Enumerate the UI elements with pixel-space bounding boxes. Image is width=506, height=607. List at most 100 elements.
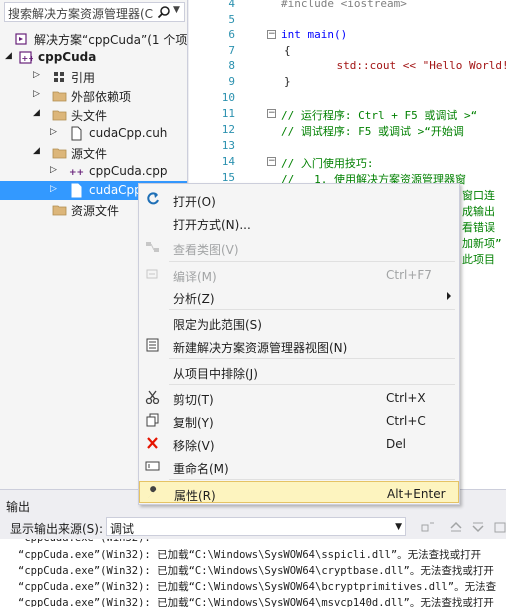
file-icon — [71, 126, 82, 141]
line-number: 5 — [228, 13, 235, 26]
collapsed-arrow-icon[interactable]: ▷ — [50, 165, 57, 175]
tree-item-source-files[interactable]: ◢ 源文件 — [0, 143, 187, 162]
collapsed-arrow-icon[interactable]: ▷ — [50, 184, 57, 194]
tree-item-label: 头文件 — [71, 109, 108, 123]
menu-item-shortcut: Del — [386, 437, 406, 451]
menu-separator — [169, 479, 455, 480]
menu-item-analyze[interactable]: 分析(Z) — [139, 285, 459, 307]
menu-separator — [169, 309, 455, 310]
tree-item-label: 资源文件 — [71, 204, 120, 218]
tree-item-external-dependencies[interactable]: ▷ 外部依赖项 — [0, 86, 187, 105]
menu-item-shortcut: Ctrl+C — [386, 414, 426, 428]
find-message-icon[interactable] — [420, 519, 436, 535]
menu-item-label: 属性(R) — [174, 489, 216, 503]
context-menu: 打开(O) 打开方式(N)... 查看类图(V) 编译(M) Ctrl+F7 分… — [138, 183, 460, 505]
folder-icon — [52, 205, 67, 216]
code-line: std::cout << "Hello World!\n — [310, 59, 506, 72]
solution-icon — [15, 33, 27, 45]
tree-item-solution[interactable]: 解决方案“cppCuda”(1 个项 — [0, 29, 187, 48]
output-source-label: 显示输出来源(S): — [10, 522, 104, 536]
tree-item-cudacpp-cuh[interactable]: ▷ cudaCpp.cuh — [0, 124, 187, 143]
tree-item-header-files[interactable]: ◢ 头文件 — [0, 105, 187, 124]
menu-item-remove[interactable]: 移除(V) Del — [139, 432, 459, 454]
expanded-arrow-icon[interactable]: ◢ — [5, 51, 12, 61]
output-window: 输出 显示输出来源(S): 调试 ▼ "cppCuda.exe"(Win32):… — [0, 489, 506, 607]
expanded-arrow-icon[interactable]: ◢ — [33, 108, 40, 118]
expanded-arrow-icon[interactable]: ◢ — [33, 146, 40, 156]
line-number: 11 — [221, 107, 235, 120]
code-line: // 入门使用技巧: — [281, 157, 374, 170]
collapsed-arrow-icon[interactable]: ▷ — [33, 89, 40, 99]
menu-item-rename[interactable]: 重命名(M) — [139, 455, 459, 477]
collapsed-arrow-icon[interactable]: ▷ — [50, 127, 57, 137]
menu-item-properties[interactable]: 属性(R) Alt+Enter — [139, 481, 459, 503]
line-number: 10 — [221, 91, 235, 104]
folder-icon — [52, 110, 67, 121]
tree-item-label: cudaCpp.cuh — [89, 126, 168, 140]
menu-item-open-with[interactable]: 打开方式(N)... — [139, 211, 459, 233]
tree-item-cppcuda-cpp[interactable]: ▷ ++ cppCuda.cpp — [0, 162, 187, 181]
code-line: // 运行程序: Ctrl + F5 或调试 >“ — [281, 109, 478, 122]
references-icon — [54, 72, 64, 82]
next-message-icon[interactable] — [470, 519, 486, 535]
file-icon — [71, 183, 82, 198]
tree-item-label: cppCuda.cpp — [89, 164, 168, 178]
fold-toggle-icon[interactable]: − — [267, 109, 276, 118]
output-line: “cppCuda.exe”(Win32): 已加载“C:\Windows\Sys… — [18, 549, 482, 561]
clear-all-icon[interactable] — [492, 519, 506, 535]
menu-item-scope-to-this[interactable]: 限定为此范围(S) — [139, 311, 459, 333]
menu-item-new-solution-explorer-view[interactable]: 新建解决方案资源管理器视图(N) — [139, 334, 459, 356]
tree-item-project[interactable]: ◢ ++ cppCuda — [0, 48, 187, 67]
line-number: 4 — [228, 0, 235, 10]
fold-toggle-icon[interactable]: − — [267, 30, 276, 39]
menu-separator — [169, 358, 455, 359]
fold-toggle-icon[interactable]: − — [267, 157, 276, 166]
rename-icon — [145, 461, 160, 471]
menu-item-shortcut: Alt+Enter — [387, 487, 446, 501]
search-input[interactable]: 搜索解决方案资源管理器(C ▼ — [4, 2, 185, 22]
tree-item-label: cppCuda — [38, 50, 97, 64]
menu-item-label: 复制(Y) — [173, 416, 214, 430]
chevron-down-icon: ▼ — [395, 522, 402, 532]
menu-item-exclude-from-project[interactable]: 从项目中排除(J) — [139, 360, 459, 382]
search-icon[interactable] — [157, 5, 171, 19]
open-icon — [147, 192, 159, 205]
menu-item-view-class-diagram: 查看类图(V) — [139, 236, 459, 258]
tree-item-label: cudaCpp — [89, 183, 142, 197]
remove-icon — [147, 437, 158, 449]
tree-item-label: 解决方案“cppCuda”(1 个项 — [34, 33, 188, 47]
cpp-file-icon: ++ — [69, 168, 84, 178]
menu-item-cut[interactable]: 剪切(T) Ctrl+X — [139, 386, 459, 408]
output-line: “cppCuda.exe”(Win32): 已加载“C:\Windows\Sys… — [18, 597, 494, 607]
code-line: 成输出 — [462, 205, 495, 218]
folder-icon — [52, 148, 67, 159]
output-text-area[interactable]: "cppCuda.exe"(Win32): “cppCuda.exe”(Win3… — [0, 539, 506, 607]
code-line: // 调试程序: F5 或调试 >“开始调 — [281, 125, 464, 138]
svg-text:++: ++ — [22, 54, 34, 63]
line-number: 7 — [228, 44, 235, 57]
menu-item-open[interactable]: 打开(O) — [139, 188, 459, 210]
output-line: “cppCuda.exe”(Win32): 已加载“C:\Windows\Sys… — [18, 565, 494, 577]
line-number: 14 — [221, 155, 235, 168]
submenu-arrow-icon — [447, 292, 451, 300]
output-source-select[interactable]: 调试 ▼ — [106, 517, 406, 536]
tree-item-references[interactable]: ▷ 引用 — [0, 67, 187, 86]
line-number: 8 — [228, 59, 235, 72]
tree-item-label: 外部依赖项 — [71, 90, 132, 104]
code-line: 此项目 — [462, 253, 495, 266]
svg-text:++: ++ — [69, 168, 84, 178]
code-line: #include <iostream> — [281, 0, 407, 10]
tree-item-label: 源文件 — [71, 147, 108, 161]
menu-item-label: 分析(Z) — [173, 292, 215, 306]
previous-message-icon[interactable] — [448, 519, 464, 535]
code-line: } — [284, 75, 291, 88]
project-icon: ++ — [19, 51, 34, 64]
output-line: "cppCuda.exe"(Win32): — [18, 539, 151, 544]
search-options-dropdown-icon[interactable]: ▼ — [173, 5, 180, 15]
collapsed-arrow-icon[interactable]: ▷ — [33, 70, 40, 80]
new-view-icon — [146, 338, 159, 352]
line-number: 6 — [228, 28, 235, 41]
output-line: “cppCuda.exe”(Win32): 已加载“C:\Windows\Sys… — [18, 581, 497, 593]
menu-item-label: 重命名(M) — [173, 462, 229, 476]
menu-item-copy[interactable]: 复制(Y) Ctrl+C — [139, 409, 459, 431]
